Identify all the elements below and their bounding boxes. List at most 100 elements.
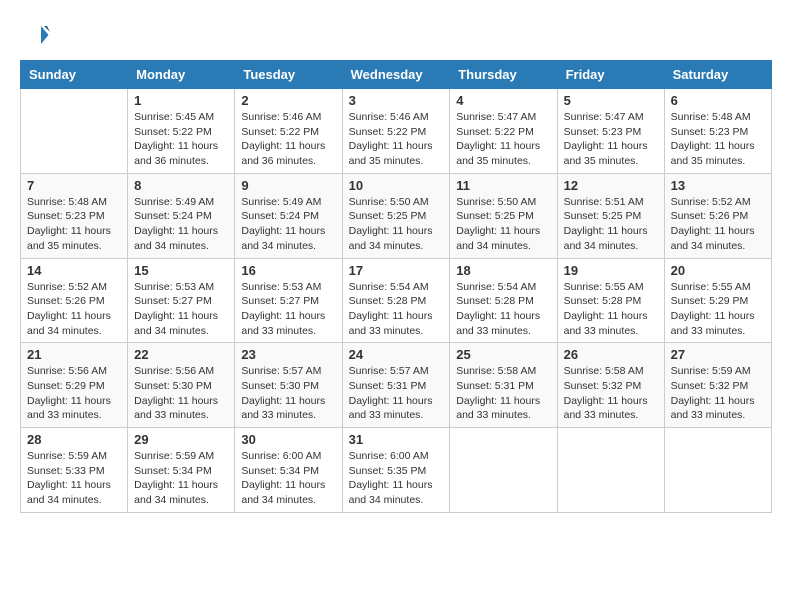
day-info: Sunrise: 5:48 AM Sunset: 5:23 PM Dayligh… [671,110,765,169]
day-number: 15 [134,263,228,278]
day-number: 28 [27,432,121,447]
day-number: 2 [241,93,335,108]
day-number: 27 [671,347,765,362]
day-number: 3 [349,93,444,108]
day-number: 9 [241,178,335,193]
day-number: 12 [564,178,658,193]
day-info: Sunrise: 5:50 AM Sunset: 5:25 PM Dayligh… [349,195,444,254]
day-number: 23 [241,347,335,362]
calendar-cell: 27 Sunrise: 5:59 AM Sunset: 5:32 PM Dayli… [664,343,771,428]
calendar-cell: 21 Sunrise: 5:56 AM Sunset: 5:29 PM Dayli… [21,343,128,428]
day-number: 10 [349,178,444,193]
calendar-cell: 25Sunrise: 5:58 AM Sunset: 5:31 PM Dayli… [450,343,557,428]
day-info: Sunrise: 5:53 AM Sunset: 5:27 PM Dayligh… [134,280,228,339]
calendar-cell [450,428,557,513]
day-info: Sunrise: 5:55 AM Sunset: 5:28 PM Dayligh… [564,280,658,339]
calendar-week-row: 14 Sunrise: 5:52 AM Sunset: 5:26 PM Dayli… [21,258,772,343]
day-number: 31 [349,432,444,447]
calendar-cell: 31 Sunrise: 6:00 AM Sunset: 5:35 PM Dayli… [342,428,450,513]
day-info: Sunrise: 5:59 AM Sunset: 5:34 PM Dayligh… [134,449,228,508]
day-info: Sunrise: 5:58 AM Sunset: 5:32 PM Dayligh… [564,364,658,423]
weekday-header: Wednesday [342,61,450,89]
day-number: 18 [456,263,550,278]
day-info: Sunrise: 5:58 AM Sunset: 5:31 PM Dayligh… [456,364,550,423]
day-info: Sunrise: 5:46 AM Sunset: 5:22 PM Dayligh… [349,110,444,169]
weekday-header: Thursday [450,61,557,89]
calendar-cell: 4 Sunrise: 5:47 AM Sunset: 5:22 PM Daylig… [450,89,557,174]
day-info: Sunrise: 5:50 AM Sunset: 5:25 PM Dayligh… [456,195,550,254]
day-info: Sunrise: 6:00 AM Sunset: 5:35 PM Dayligh… [349,449,444,508]
day-info: Sunrise: 5:52 AM Sunset: 5:26 PM Dayligh… [671,195,765,254]
day-info: Sunrise: 5:48 AM Sunset: 5:23 PM Dayligh… [27,195,121,254]
weekday-header: Saturday [664,61,771,89]
day-info: Sunrise: 5:54 AM Sunset: 5:28 PM Dayligh… [349,280,444,339]
day-number: 5 [564,93,658,108]
day-number: 30 [241,432,335,447]
day-info: Sunrise: 5:47 AM Sunset: 5:23 PM Dayligh… [564,110,658,169]
day-info: Sunrise: 5:54 AM Sunset: 5:28 PM Dayligh… [456,280,550,339]
calendar-cell: 18 Sunrise: 5:54 AM Sunset: 5:28 PM Dayli… [450,258,557,343]
calendar-cell: 20 Sunrise: 5:55 AM Sunset: 5:29 PM Dayli… [664,258,771,343]
calendar-cell: 23 Sunrise: 5:57 AM Sunset: 5:30 PM Dayli… [235,343,342,428]
day-info: Sunrise: 5:55 AM Sunset: 5:29 PM Dayligh… [671,280,765,339]
day-number: 14 [27,263,121,278]
calendar-cell: 3 Sunrise: 5:46 AM Sunset: 5:22 PM Daylig… [342,89,450,174]
calendar-cell: 29 Sunrise: 5:59 AM Sunset: 5:34 PM Dayli… [128,428,235,513]
calendar-cell: 7 Sunrise: 5:48 AM Sunset: 5:23 PM Daylig… [21,173,128,258]
calendar-cell: 2 Sunrise: 5:46 AM Sunset: 5:22 PM Daylig… [235,89,342,174]
day-number: 11 [456,178,550,193]
day-info: Sunrise: 5:45 AM Sunset: 5:22 PM Dayligh… [134,110,228,169]
calendar-cell: 15 Sunrise: 5:53 AM Sunset: 5:27 PM Dayli… [128,258,235,343]
calendar-cell: 16 Sunrise: 5:53 AM Sunset: 5:27 PM Dayli… [235,258,342,343]
calendar-cell: 17Sunrise: 5:54 AM Sunset: 5:28 PM Dayli… [342,258,450,343]
day-number: 22 [134,347,228,362]
calendar-week-row: 7 Sunrise: 5:48 AM Sunset: 5:23 PM Daylig… [21,173,772,258]
day-info: Sunrise: 5:59 AM Sunset: 5:33 PM Dayligh… [27,449,121,508]
calendar-cell: 30 Sunrise: 6:00 AM Sunset: 5:34 PM Dayli… [235,428,342,513]
day-info: Sunrise: 5:47 AM Sunset: 5:22 PM Dayligh… [456,110,550,169]
day-number: 6 [671,93,765,108]
calendar-week-row: 28 Sunrise: 5:59 AM Sunset: 5:33 PM Dayli… [21,428,772,513]
day-info: Sunrise: 5:59 AM Sunset: 5:32 PM Dayligh… [671,364,765,423]
day-info: Sunrise: 5:46 AM Sunset: 5:22 PM Dayligh… [241,110,335,169]
day-number: 21 [27,347,121,362]
day-number: 20 [671,263,765,278]
day-number: 4 [456,93,550,108]
calendar-cell: 10 Sunrise: 5:50 AM Sunset: 5:25 PM Dayli… [342,173,450,258]
calendar-cell [664,428,771,513]
calendar-header-row: SundayMondayTuesdayWednesdayThursdayFrid… [21,61,772,89]
day-info: Sunrise: 5:56 AM Sunset: 5:30 PM Dayligh… [134,364,228,423]
calendar-cell: 24Sunrise: 5:57 AM Sunset: 5:31 PM Dayli… [342,343,450,428]
day-info: Sunrise: 5:56 AM Sunset: 5:29 PM Dayligh… [27,364,121,423]
calendar-cell: 12 Sunrise: 5:51 AM Sunset: 5:25 PM Dayli… [557,173,664,258]
calendar-cell: 14 Sunrise: 5:52 AM Sunset: 5:26 PM Dayli… [21,258,128,343]
day-number: 29 [134,432,228,447]
weekday-header: Monday [128,61,235,89]
calendar-cell [21,89,128,174]
day-info: Sunrise: 5:49 AM Sunset: 5:24 PM Dayligh… [134,195,228,254]
calendar-table: SundayMondayTuesdayWednesdayThursdayFrid… [20,60,772,513]
day-number: 16 [241,263,335,278]
day-info: Sunrise: 5:57 AM Sunset: 5:31 PM Dayligh… [349,364,444,423]
day-number: 19 [564,263,658,278]
day-info: Sunrise: 5:53 AM Sunset: 5:27 PM Dayligh… [241,280,335,339]
day-info: Sunrise: 5:49 AM Sunset: 5:24 PM Dayligh… [241,195,335,254]
weekday-header: Friday [557,61,664,89]
page-header [20,20,772,50]
day-number: 8 [134,178,228,193]
weekday-header: Tuesday [235,61,342,89]
day-number: 7 [27,178,121,193]
calendar-cell: 9 Sunrise: 5:49 AM Sunset: 5:24 PM Daylig… [235,173,342,258]
day-info: Sunrise: 5:52 AM Sunset: 5:26 PM Dayligh… [27,280,121,339]
day-number: 26 [564,347,658,362]
calendar-cell: 8 Sunrise: 5:49 AM Sunset: 5:24 PM Daylig… [128,173,235,258]
day-info: Sunrise: 5:57 AM Sunset: 5:30 PM Dayligh… [241,364,335,423]
calendar-cell: 1Sunrise: 5:45 AM Sunset: 5:22 PM Daylig… [128,89,235,174]
calendar-cell: 19 Sunrise: 5:55 AM Sunset: 5:28 PM Dayli… [557,258,664,343]
weekday-header: Sunday [21,61,128,89]
day-info: Sunrise: 6:00 AM Sunset: 5:34 PM Dayligh… [241,449,335,508]
calendar-cell: 28 Sunrise: 5:59 AM Sunset: 5:33 PM Dayli… [21,428,128,513]
calendar-week-row: 21 Sunrise: 5:56 AM Sunset: 5:29 PM Dayli… [21,343,772,428]
calendar-week-row: 1Sunrise: 5:45 AM Sunset: 5:22 PM Daylig… [21,89,772,174]
day-info: Sunrise: 5:51 AM Sunset: 5:25 PM Dayligh… [564,195,658,254]
